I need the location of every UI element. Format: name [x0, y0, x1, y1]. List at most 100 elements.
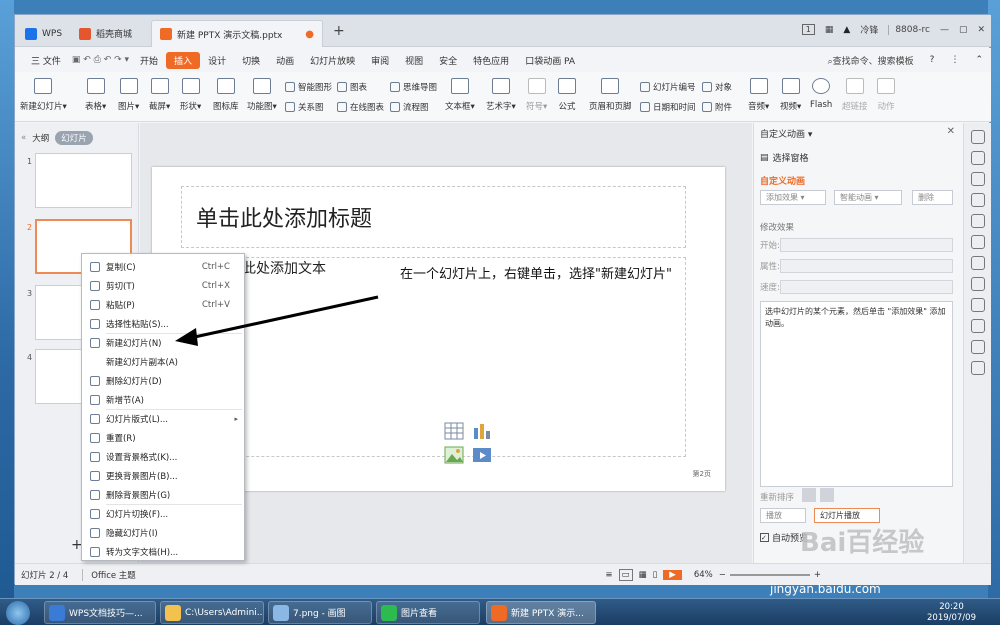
document-icon[interactable]	[970, 235, 985, 249]
tab-wps[interactable]: WPS	[17, 20, 75, 47]
page-count-badge[interactable]: 1	[801, 24, 815, 35]
title-placeholder[interactable]: 单击此处添加标题	[181, 186, 686, 248]
context-menu-item[interactable]: 复制(C) Ctrl+C	[82, 257, 244, 276]
menu-transition[interactable]: 切换	[234, 54, 268, 67]
start-select[interactable]	[780, 238, 953, 252]
add-effect-button[interactable]: 添加效果 ▾	[760, 190, 826, 205]
insert-chart-icon[interactable]	[472, 422, 492, 440]
menu-slideshow[interactable]: 幻灯片放映	[302, 54, 363, 67]
star-icon[interactable]	[970, 130, 985, 144]
context-menu-item[interactable]: 新建幻灯片副本(A)	[82, 352, 244, 371]
image-icon[interactable]	[970, 277, 985, 291]
menu-home[interactable]: 开始	[132, 54, 166, 67]
tab-slides[interactable]: 幻灯片	[55, 131, 93, 145]
context-menu-item[interactable]: 新建幻灯片(N)	[82, 333, 244, 352]
symbol-button[interactable]: 符号▾	[526, 78, 547, 112]
picture-button[interactable]: 图片▾	[118, 78, 139, 112]
menu-features[interactable]: 特色应用	[465, 54, 517, 67]
context-menu-item[interactable]: 幻灯片切换(F)...	[82, 504, 244, 523]
screenshot-button[interactable]: 截屏▾	[149, 78, 170, 112]
slide-thumbnail-1[interactable]	[35, 153, 132, 208]
context-menu-item[interactable]: 删除背景图片(G)	[82, 485, 244, 504]
flash-button[interactable]: Flash	[810, 78, 832, 110]
attachment-button[interactable]: 附件	[702, 101, 732, 113]
settings-sliders-icon[interactable]	[970, 214, 985, 228]
content-placeholder[interactable]: 此处添加文本	[181, 257, 686, 464]
collapse-panel-icon[interactable]: «	[21, 133, 26, 143]
view-normal-icon[interactable]: ▭	[618, 568, 633, 581]
taskbar-item[interactable]: WPS文档技巧—...	[44, 601, 156, 624]
new-tab-button[interactable]: +	[333, 23, 345, 39]
view-sorter-icon[interactable]: ▦	[639, 570, 647, 580]
context-menu-item[interactable]: 重置(R)	[82, 428, 244, 447]
share-icon[interactable]	[970, 256, 985, 270]
textbox-button[interactable]: 文本框▾	[445, 78, 475, 112]
icon-library-button[interactable]: 图标库	[213, 78, 239, 112]
start-button[interactable]	[6, 601, 30, 625]
header-footer-button[interactable]: 页眉和页脚	[589, 78, 632, 112]
context-menu-item[interactable]: 更换背景图片(B)...	[82, 466, 244, 485]
menu-animation[interactable]: 动画	[268, 54, 302, 67]
shapes-icon[interactable]	[970, 172, 985, 186]
play-button[interactable]: 播放	[760, 508, 806, 523]
taskbar-item[interactable]: 7.png - 画图	[268, 601, 372, 624]
collapse-icon[interactable]: ⌃	[967, 55, 991, 65]
taskbar-item[interactable]: C:\Users\Admini...	[160, 601, 264, 624]
context-menu-item[interactable]: 设置背景格式(K)...	[82, 447, 244, 466]
insert-table-icon[interactable]	[444, 422, 464, 440]
context-menu-item[interactable]: 剪切(T) Ctrl+X	[82, 276, 244, 295]
menu-security[interactable]: 安全	[431, 54, 465, 67]
context-menu-item[interactable]: 选择性粘贴(S)...	[82, 314, 244, 333]
tab-document[interactable]: 新建 PPTX 演示文稿.pptx ●	[151, 20, 323, 47]
flowchart-button[interactable]: 流程图	[390, 101, 429, 113]
insert-picture-icon[interactable]	[444, 446, 464, 464]
search-command[interactable]: ⌕查找命令、搜索模板	[820, 54, 922, 67]
chart-button[interactable]: 图表	[337, 81, 367, 93]
help-circle-icon[interactable]	[970, 361, 985, 375]
view-reading-icon[interactable]: ▯	[653, 570, 658, 580]
speed-select[interactable]	[780, 280, 953, 294]
menu-view[interactable]: 视图	[397, 54, 431, 67]
context-menu-item[interactable]: 粘贴(P) Ctrl+V	[82, 295, 244, 314]
smart-animation-button[interactable]: 智能动画 ▾	[834, 190, 902, 205]
quick-toolbar-icons[interactable]: ▣ ↶ ⎙ ↶ ↷ ▾	[69, 55, 132, 65]
zoom-in-button[interactable]: +	[814, 570, 821, 580]
context-menu-item[interactable]: 幻灯片版式(L)... ▸	[82, 409, 244, 428]
taskbar-item[interactable]: 图片查看	[376, 601, 480, 624]
object-button[interactable]: 对象	[702, 81, 732, 93]
move-up-icon[interactable]	[802, 488, 816, 502]
video-button[interactable]: 视频▾	[780, 78, 801, 112]
help-icon[interactable]: ?	[922, 55, 943, 65]
layers-icon[interactable]	[970, 151, 985, 165]
relation-chart-button[interactable]: 关系图	[285, 101, 324, 113]
taskbar-item-active[interactable]: 新建 PPTX 演示...	[486, 601, 596, 624]
shape-button[interactable]: 形状▾	[180, 78, 201, 112]
file-menu[interactable]: 三 文件	[23, 54, 69, 67]
view-notes-icon[interactable]: ≡	[605, 570, 612, 580]
play-slideshow-button[interactable]: ▶	[663, 569, 682, 580]
move-down-icon[interactable]	[820, 488, 834, 502]
minimize-icon[interactable]: —	[940, 25, 949, 35]
insert-video-icon[interactable]	[472, 446, 492, 464]
function-chart-button[interactable]: 功能图▾	[247, 78, 277, 112]
layout-icon[interactable]: ▦	[825, 25, 834, 35]
new-slide-button[interactable]: 新建幻灯片▾	[20, 78, 67, 112]
more-icon[interactable]: ⋮	[942, 55, 967, 65]
tools-icon[interactable]	[970, 340, 985, 354]
context-menu-item[interactable]: 新增节(A)	[82, 390, 244, 409]
online-chart-button[interactable]: 在线图表	[337, 101, 384, 113]
mindmap-button[interactable]: 思维导图	[390, 81, 437, 93]
context-menu-item[interactable]: 删除幻灯片(D)	[82, 371, 244, 390]
slideshow-button[interactable]: 幻灯片播放	[814, 508, 880, 523]
wordart-button[interactable]: 艺术字▾	[486, 78, 516, 112]
date-time-button[interactable]: 日期和时间	[640, 101, 696, 113]
menu-review[interactable]: 审阅	[363, 54, 397, 67]
zoom-level[interactable]: 64%	[694, 570, 713, 580]
property-select[interactable]	[780, 259, 953, 273]
smart-graphic-button[interactable]: 智能图形	[285, 81, 332, 93]
audio-button[interactable]: 音频▾	[748, 78, 769, 112]
table-button[interactable]: 表格▾	[85, 78, 106, 112]
animation-list[interactable]: 选中幻灯片的某个元素，然后单击 "添加效果" 添加动画。	[760, 301, 953, 487]
delete-button[interactable]: 删除	[912, 190, 953, 205]
panel-close-icon[interactable]: ✕	[947, 126, 955, 137]
